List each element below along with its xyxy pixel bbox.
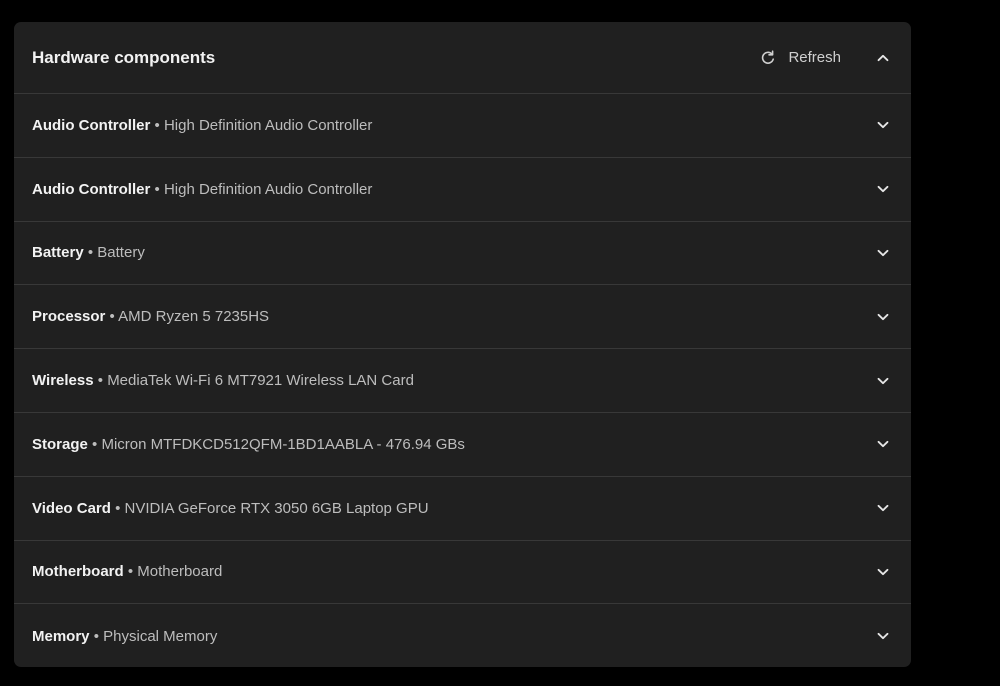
component-name: Storage	[32, 435, 88, 453]
collapse-button[interactable]	[875, 50, 891, 66]
component-separator: •	[93, 627, 99, 645]
component-text: Video Card • NVIDIA GeForce RTX 3050 6GB…	[32, 500, 875, 517]
component-separator: •	[109, 308, 115, 326]
component-row[interactable]: Memory • Physical Memory	[14, 604, 911, 667]
chevron-down-icon	[877, 377, 889, 384]
chevron-down-icon	[877, 122, 889, 129]
component-list: Audio Controller • High Definition Audio…	[14, 94, 911, 667]
component-detail: Battery	[97, 244, 145, 262]
chevron-down-icon	[877, 313, 889, 320]
component-separator: •	[154, 180, 160, 198]
expand-button[interactable]	[875, 500, 891, 516]
component-detail: Physical Memory	[103, 627, 218, 645]
refresh-button[interactable]: Refresh	[760, 49, 841, 66]
component-text: Wireless • MediaTek Wi-Fi 6 MT7921 Wirel…	[32, 372, 875, 389]
component-separator: •	[87, 244, 94, 262]
chevron-down-icon	[877, 186, 889, 193]
chevron-down-icon	[877, 568, 889, 576]
component-text: Processor • AMD Ryzen 5 7235HS	[32, 308, 875, 325]
component-row[interactable]: Video Card • NVIDIA GeForce RTX 3050 6GB…	[14, 477, 911, 541]
component-name: Wireless	[32, 372, 94, 390]
chevron-down-icon	[877, 633, 889, 640]
expand-button[interactable]	[875, 564, 891, 580]
expand-button[interactable]	[875, 117, 891, 133]
component-text: Memory • Physical Memory	[32, 628, 875, 645]
chevron-down-icon	[877, 441, 889, 448]
component-detail: MediaTek Wi-Fi 6 MT7921 Wireless LAN Car…	[107, 372, 414, 390]
component-row[interactable]: Audio Controller • High Definition Audio…	[14, 158, 911, 222]
component-text: Audio Controller • High Definition Audio…	[32, 181, 875, 198]
component-detail: AMD Ryzen 5 7235HS	[118, 308, 270, 326]
component-row[interactable]: Battery • Battery	[14, 222, 911, 286]
expand-button[interactable]	[875, 309, 891, 325]
component-name: Memory	[32, 627, 90, 645]
component-separator: •	[97, 372, 104, 390]
component-name: Video Card	[32, 499, 111, 517]
component-name: Motherboard	[32, 563, 124, 581]
component-text: Battery • Battery	[32, 244, 875, 261]
component-row[interactable]: Storage • Micron MTFDKCD512QFM-1BD1AABLA…	[14, 413, 911, 477]
component-detail: NVIDIA GeForce RTX 3050 6GB Laptop GPU	[124, 499, 429, 517]
component-row[interactable]: Wireless • MediaTek Wi-Fi 6 MT7921 Wirel…	[14, 349, 911, 413]
expand-button[interactable]	[875, 436, 891, 452]
component-text: Motherboard • Motherboard	[32, 563, 875, 580]
component-text: Storage • Micron MTFDKCD512QFM-1BD1AABLA…	[32, 436, 875, 453]
component-detail: Micron MTFDKCD512QFM-1BD1AABLA - 476.94 …	[101, 435, 465, 453]
hardware-components-panel: Hardware components Refresh Audio Contro…	[14, 22, 911, 667]
component-name: Processor	[32, 308, 106, 326]
component-row[interactable]: Motherboard • Motherboard	[14, 541, 911, 605]
expand-button[interactable]	[875, 245, 891, 261]
panel-header: Hardware components Refresh	[14, 22, 911, 94]
component-detail: High Definition Audio Controller	[163, 116, 373, 134]
chevron-down-icon	[877, 249, 889, 257]
expand-button[interactable]	[875, 373, 891, 389]
component-name: Audio Controller	[32, 180, 151, 198]
component-separator: •	[92, 435, 98, 453]
component-detail: Motherboard	[137, 563, 223, 581]
component-row[interactable]: Audio Controller • High Definition Audio…	[14, 94, 911, 158]
component-separator: •	[127, 563, 134, 581]
component-row[interactable]: Processor • AMD Ryzen 5 7235HS	[14, 285, 911, 350]
expand-button[interactable]	[875, 181, 891, 197]
refresh-label: Refresh	[788, 49, 841, 66]
panel-title: Hardware components	[32, 47, 216, 67]
component-detail: High Definition Audio Controller	[163, 180, 373, 198]
component-name: Audio Controller	[32, 116, 151, 134]
component-separator: •	[115, 499, 121, 517]
chevron-down-icon	[877, 505, 889, 512]
expand-button[interactable]	[875, 628, 891, 644]
component-text: Audio Controller • High Definition Audio…	[32, 117, 875, 134]
refresh-icon	[762, 49, 775, 64]
component-name: Battery	[32, 244, 84, 262]
chevron-up-icon	[877, 54, 889, 61]
component-separator: •	[154, 116, 160, 134]
